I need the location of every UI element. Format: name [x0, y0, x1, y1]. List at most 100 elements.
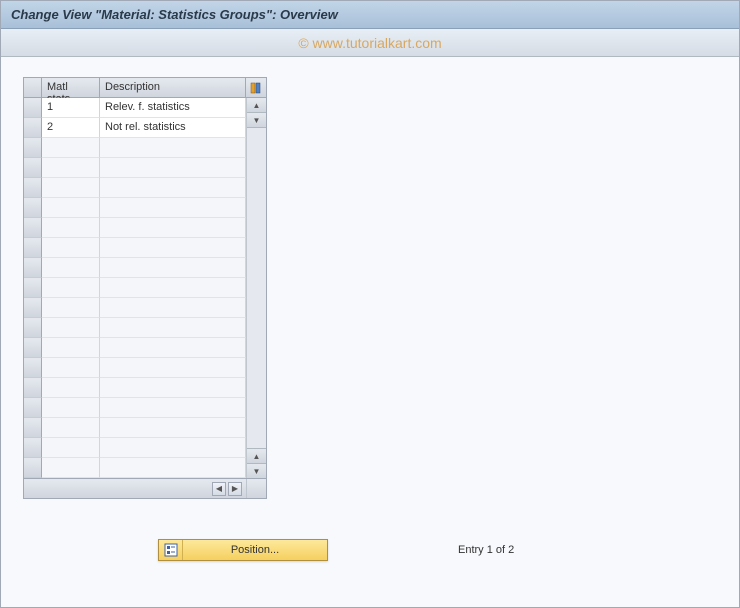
cell-description[interactable]	[100, 418, 246, 438]
cell-matl-stats[interactable]	[42, 178, 100, 198]
column-header-description[interactable]: Description	[100, 78, 246, 97]
cell-description[interactable]	[100, 438, 246, 458]
cell-description[interactable]	[100, 298, 246, 318]
table-row	[24, 198, 246, 218]
table-row	[24, 258, 246, 278]
cell-matl-stats[interactable]	[42, 238, 100, 258]
row-selector[interactable]	[24, 458, 42, 478]
content-area: Matl stats Description 1Relev. f. statis…	[1, 57, 739, 581]
cell-matl-stats[interactable]	[42, 338, 100, 358]
scroll-down-step-icon[interactable]: ▼	[247, 113, 266, 128]
table-row	[24, 358, 246, 378]
row-selector[interactable]	[24, 338, 42, 358]
row-selector[interactable]	[24, 178, 42, 198]
scrollbar-corner	[246, 479, 266, 498]
table-row	[24, 158, 246, 178]
row-selector[interactable]	[24, 398, 42, 418]
cell-description[interactable]	[100, 278, 246, 298]
row-selector[interactable]	[24, 158, 42, 178]
cell-description[interactable]	[100, 178, 246, 198]
cell-description[interactable]	[100, 358, 246, 378]
bottom-action-bar: Position... Entry 1 of 2	[23, 539, 717, 561]
cell-matl-stats[interactable]	[42, 218, 100, 238]
cell-description[interactable]	[100, 138, 246, 158]
cell-matl-stats[interactable]	[42, 398, 100, 418]
cell-matl-stats[interactable]: 2	[42, 118, 100, 138]
cell-matl-stats[interactable]: 1	[42, 98, 100, 118]
table-footer: ◀ ▶	[24, 478, 266, 498]
cell-matl-stats[interactable]	[42, 258, 100, 278]
row-selector[interactable]	[24, 378, 42, 398]
horizontal-scrollbar[interactable]: ◀ ▶	[42, 482, 246, 496]
scroll-left-arrow-icon[interactable]: ◀	[212, 482, 226, 496]
row-selector[interactable]	[24, 278, 42, 298]
row-selector[interactable]	[24, 238, 42, 258]
table-settings-icon	[250, 82, 262, 94]
table-row	[24, 298, 246, 318]
cell-description[interactable]	[100, 258, 246, 278]
cell-description[interactable]: Not rel. statistics	[100, 118, 246, 138]
cell-description[interactable]: Relev. f. statistics	[100, 98, 246, 118]
row-selector[interactable]	[24, 198, 42, 218]
cell-description[interactable]	[100, 318, 246, 338]
row-selector[interactable]	[24, 438, 42, 458]
column-header-matl-stats[interactable]: Matl stats	[42, 78, 100, 97]
row-selector[interactable]	[24, 258, 42, 278]
scroll-right-arrow-icon[interactable]: ▶	[228, 482, 242, 496]
vertical-scrollbar[interactable]: ▲ ▼ ▲ ▼	[246, 98, 266, 478]
table-row	[24, 398, 246, 418]
position-button-label: Position...	[183, 544, 327, 556]
cell-description[interactable]	[100, 158, 246, 178]
cell-matl-stats[interactable]	[42, 158, 100, 178]
table-row	[24, 418, 246, 438]
cell-matl-stats[interactable]	[42, 198, 100, 218]
scroll-up-arrow-icon[interactable]: ▲	[247, 98, 266, 113]
window-title: Change View "Material: Statistics Groups…	[11, 7, 338, 22]
cell-description[interactable]	[100, 218, 246, 238]
cell-description[interactable]	[100, 378, 246, 398]
table-row	[24, 178, 246, 198]
cell-description[interactable]	[100, 238, 246, 258]
table-row	[24, 218, 246, 238]
cell-matl-stats[interactable]	[42, 458, 100, 478]
cell-matl-stats[interactable]	[42, 378, 100, 398]
table-header-row: Matl stats Description	[24, 78, 266, 98]
row-selector[interactable]	[24, 138, 42, 158]
position-button[interactable]: Position...	[158, 539, 328, 561]
watermark-text: © www.tutorialkart.com	[298, 35, 441, 51]
row-selector[interactable]	[24, 418, 42, 438]
cell-description[interactable]	[100, 198, 246, 218]
table-config-button[interactable]	[246, 78, 266, 97]
table-row	[24, 458, 246, 478]
row-selector[interactable]	[24, 298, 42, 318]
row-selector[interactable]	[24, 218, 42, 238]
table-row: 1Relev. f. statistics	[24, 98, 246, 118]
cell-matl-stats[interactable]	[42, 358, 100, 378]
cell-matl-stats[interactable]	[42, 438, 100, 458]
row-selector[interactable]	[24, 118, 42, 138]
table-row	[24, 238, 246, 258]
cell-matl-stats[interactable]	[42, 138, 100, 158]
table-row	[24, 318, 246, 338]
table-row	[24, 138, 246, 158]
row-selector[interactable]	[24, 98, 42, 118]
entry-status-text: Entry 1 of 2	[458, 544, 514, 556]
table-row	[24, 278, 246, 298]
cell-matl-stats[interactable]	[42, 418, 100, 438]
cell-description[interactable]	[100, 338, 246, 358]
window-titlebar: Change View "Material: Statistics Groups…	[1, 1, 739, 29]
scroll-up-step-icon[interactable]: ▲	[247, 448, 266, 463]
scroll-down-arrow-icon[interactable]: ▼	[247, 463, 266, 478]
cell-description[interactable]	[100, 458, 246, 478]
cell-matl-stats[interactable]	[42, 298, 100, 318]
table-row: 2Not rel. statistics	[24, 118, 246, 138]
sap-window: Change View "Material: Statistics Groups…	[0, 0, 740, 608]
cell-matl-stats[interactable]	[42, 278, 100, 298]
row-selector[interactable]	[24, 358, 42, 378]
row-selector-header[interactable]	[24, 78, 42, 97]
cell-description[interactable]	[100, 398, 246, 418]
application-toolbar: © www.tutorialkart.com	[1, 29, 739, 57]
position-icon	[159, 540, 183, 560]
row-selector[interactable]	[24, 318, 42, 338]
cell-matl-stats[interactable]	[42, 318, 100, 338]
